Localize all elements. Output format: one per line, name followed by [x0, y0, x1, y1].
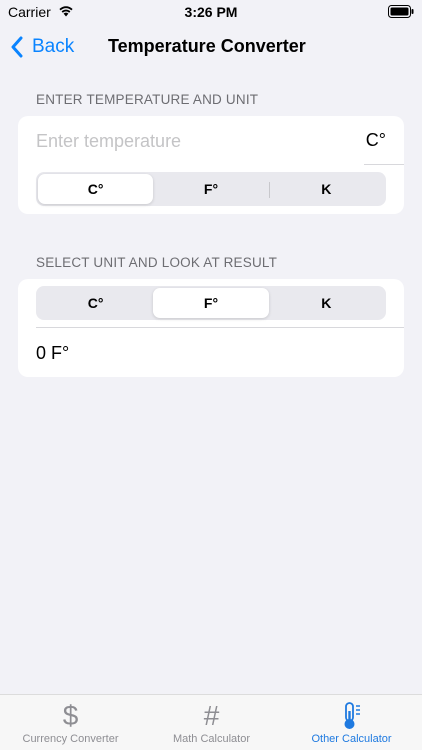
input-card: C° C° F° K: [18, 116, 404, 214]
result-row-divider: [36, 327, 404, 328]
tab-other-calculator[interactable]: Other Calculator: [281, 695, 422, 750]
status-time: 3:26 PM: [184, 4, 238, 20]
input-unit-segmented-control: C° F° K: [36, 172, 386, 206]
hashtag-icon: #: [203, 700, 220, 731]
result-section-header: SELECT UNIT AND LOOK AT RESULT: [36, 255, 278, 270]
tab-currency-converter[interactable]: $ Currency Converter: [0, 695, 141, 750]
page-title: Temperature Converter: [108, 36, 306, 56]
battery-icon: [388, 5, 414, 18]
back-label: Back: [32, 36, 75, 57]
result-segment-celsius[interactable]: C°: [38, 288, 153, 318]
input-segment-kelvin[interactable]: K: [269, 174, 384, 204]
input-row-divider: [364, 164, 404, 165]
input-segment-celsius[interactable]: C°: [38, 174, 154, 204]
status-bar: Carrier 3:26 PM: [0, 0, 422, 24]
input-segment-fahrenheit[interactable]: F°: [153, 174, 270, 204]
tab-math-calculator[interactable]: # Math Calculator: [141, 695, 282, 750]
tab-label: Other Calculator: [311, 733, 392, 745]
result-unit-segmented-control: C° F° K: [36, 286, 386, 320]
tab-label: Math Calculator: [172, 733, 251, 745]
back-button[interactable]: Back: [10, 34, 74, 60]
tab-bar: $ Currency Converter # Math Calculator O…: [0, 694, 422, 750]
result-segment-kelvin[interactable]: K: [269, 288, 384, 318]
thermometer-icon: [341, 701, 363, 731]
chevron-left-icon: [11, 36, 23, 58]
temperature-input[interactable]: [36, 128, 336, 154]
dollar-icon: $: [62, 700, 79, 731]
result-segment-fahrenheit[interactable]: F°: [153, 288, 269, 318]
conversion-result: 0 F°: [36, 343, 70, 363]
result-card: C° F° K 0 F°: [18, 279, 404, 377]
input-section-header: ENTER TEMPERATURE AND UNIT: [36, 92, 259, 107]
input-unit-label: C°: [365, 130, 386, 150]
navigation-bar: Back Temperature Converter: [0, 24, 422, 70]
tab-label: Currency Converter: [22, 733, 119, 745]
